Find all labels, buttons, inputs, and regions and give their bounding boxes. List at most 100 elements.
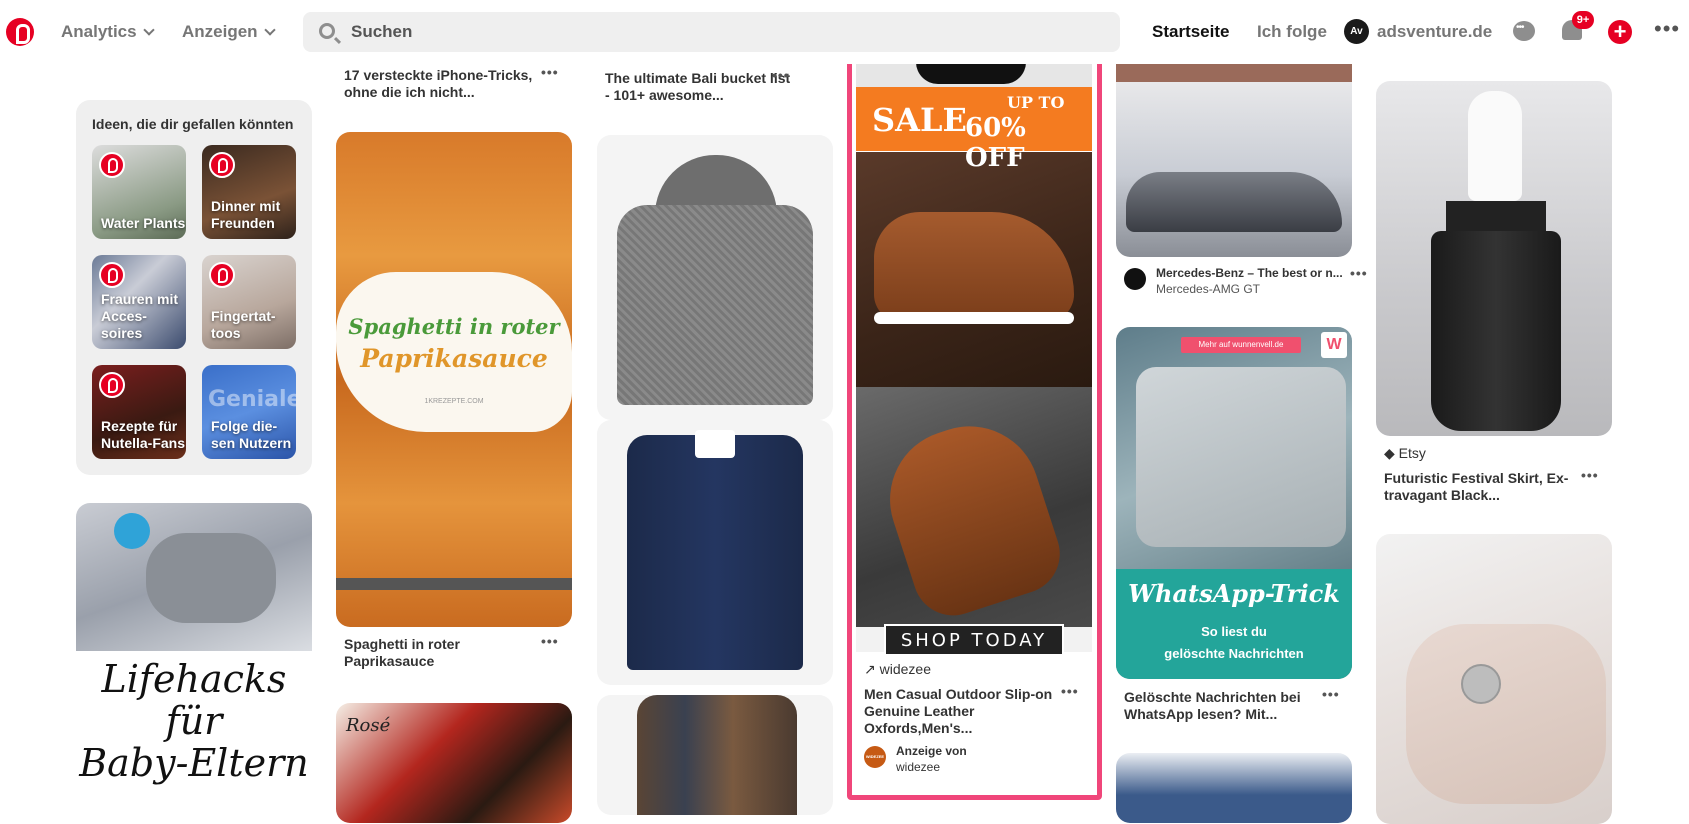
pinterest-badge-icon	[209, 152, 235, 178]
pinterest-badge-icon	[99, 262, 125, 288]
pin-kid-shirt[interactable]	[1116, 753, 1352, 823]
idea-overlay-text: Geniale	[208, 387, 296, 412]
pin-more-icon[interactable]: •••	[541, 633, 559, 649]
pin-baby-lifehacks[interactable]: Lifehacks für Baby-Eltern	[76, 503, 312, 813]
ad-image-top	[856, 62, 1092, 87]
pin-mercedes[interactable]	[1116, 52, 1352, 257]
idea-label: Water Plants	[101, 215, 186, 231]
top-navigation: Analytics Anzeigen Startseite Ich folge …	[0, 0, 1689, 64]
overlay-line: Lifehacks	[101, 657, 287, 701]
shirt-shape	[627, 435, 803, 670]
pin-festival-skirt[interactable]	[1376, 81, 1612, 436]
pin-hoodie[interactable]	[597, 135, 833, 420]
pin-strip	[336, 578, 572, 590]
ideas-title: Ideen, die dir gefallen könnten	[92, 116, 294, 132]
overlay-line: Baby-Eltern	[79, 741, 309, 785]
notifications-badge: 9+	[1572, 11, 1594, 29]
phone-shape	[1136, 367, 1346, 547]
pin-title[interactable]: Mercedes-Benz – The best or n...	[1156, 265, 1346, 282]
search-bar[interactable]	[303, 12, 1120, 52]
brand-logo: W	[1321, 332, 1347, 358]
idea-tile[interactable]: Dinner mit Freunden	[202, 145, 296, 239]
tag-icon: ◆	[1384, 445, 1395, 461]
ad-domain-link[interactable]: ↗ widezee	[864, 661, 931, 678]
analytics-label: Analytics	[61, 22, 137, 41]
idea-tile[interactable]: Frauren mit Acces-soires	[92, 255, 186, 349]
pin-shirt-navy[interactable]	[597, 420, 833, 685]
sale-text: SALE	[872, 101, 967, 139]
pin-shirt-rose[interactable]: Rosé	[336, 703, 572, 823]
car-shape	[1126, 172, 1342, 232]
pin-bracelets[interactable]	[1376, 534, 1612, 824]
pinterest-logo-icon[interactable]	[6, 18, 34, 46]
ad-image-shoe1	[856, 152, 1092, 387]
pin-subtitle: Mercedes-AMG GT	[1156, 282, 1261, 296]
sale-percent: 60% OFF	[965, 113, 1026, 173]
pin-whatsapp[interactable]: Mehr auf wunnenvell.de W WhatsApp-Trick …	[1116, 327, 1352, 679]
ideas-module: Ideen, die dir gefallen könnten Water Pl…	[76, 100, 312, 475]
sponsor-name[interactable]: widezee	[896, 760, 940, 774]
ad-image-shoe2	[856, 387, 1092, 627]
pin-more-icon[interactable]: •••	[1061, 683, 1079, 699]
pin-more-icon[interactable]: •••	[1322, 686, 1340, 702]
baby-shape	[146, 533, 276, 623]
ad-title[interactable]: Men Casual Outdoor Slip-on Genuine Leath…	[864, 686, 1064, 737]
anzeigen-label: Anzeigen	[182, 22, 258, 41]
overlay-title: WhatsApp-Trick	[1128, 579, 1340, 608]
pin-title[interactable]: Gelöschte Nachrichten bei WhatsApp lesen…	[1124, 689, 1324, 723]
anzeigen-dropdown[interactable]: Anzeigen	[182, 22, 276, 42]
blouse-shape	[1468, 91, 1522, 201]
pin-caption: Mehr auf wunnenvell.de	[1181, 337, 1301, 353]
pin-more-icon[interactable]: •••	[1350, 265, 1368, 281]
shoe-shape	[871, 408, 1071, 626]
pinterest-badge-icon	[209, 262, 235, 288]
sale-banner: SALE UP TO 60% OFF	[856, 87, 1092, 173]
cardigan-shape	[637, 695, 797, 815]
overlay-line: gelöschte Nachrichten	[1164, 646, 1304, 661]
search-input[interactable]	[351, 20, 1051, 44]
idea-label: Rezepte für Nutella-Fans	[101, 418, 186, 451]
idea-tile[interactable]: Fingertat-toos	[202, 255, 296, 349]
overlay-title-line1: Spaghetti in roter	[348, 314, 560, 339]
messages-icon[interactable]	[1513, 21, 1535, 41]
pin-more-icon[interactable]: •••	[772, 67, 790, 83]
pin-title[interactable]: 17 versteckte iPhone-Tricks, ohne die ic…	[344, 67, 534, 101]
pin-more-icon[interactable]: •••	[1581, 467, 1599, 483]
idea-tile[interactable]: Rezepte für Nutella-Fans	[92, 365, 186, 459]
create-plus-icon[interactable]: +	[1608, 20, 1632, 44]
idea-tile[interactable]: Geniale Folge die-sen Nutzern	[202, 365, 296, 459]
following-link[interactable]: Ich folge	[1257, 22, 1327, 42]
analytics-dropdown[interactable]: Analytics	[61, 22, 155, 42]
skirt-shape	[1431, 231, 1561, 431]
home-link[interactable]: Startseite	[1152, 22, 1229, 42]
sponsored-label: Anzeige von	[896, 744, 967, 758]
pin-image	[76, 503, 312, 651]
pin-cardigan[interactable]	[597, 695, 833, 815]
pin-title[interactable]: The ultimate Bali bucket list - 101+ awe…	[605, 70, 795, 104]
pin-overlay-card: Spaghetti in roter Paprikasauce 1KREZEPT…	[336, 272, 572, 432]
shoe-sole	[874, 312, 1074, 324]
pin-more-icon[interactable]: •••	[541, 64, 559, 80]
brand-avatar[interactable]	[1124, 268, 1146, 290]
pin-spaghetti[interactable]: Spaghetti in roter Paprikasauce 1KREZEPT…	[336, 132, 572, 627]
pin-title[interactable]: Spaghetti in roter Paprikasauce	[344, 636, 524, 670]
avatar[interactable]: Av	[1344, 19, 1369, 44]
more-options-icon[interactable]: •••	[1654, 18, 1680, 40]
pinterest-badge-icon	[99, 152, 125, 178]
hoodie-body	[617, 205, 813, 405]
chevron-down-icon	[142, 24, 155, 36]
idea-label: Folge die-sen Nutzern	[211, 418, 292, 451]
overlay-line: für	[165, 699, 223, 743]
pin-title[interactable]: Futuristic Festival Skirt, Ex-travagant …	[1384, 470, 1584, 504]
sponsor-avatar[interactable]: WIDEZEE	[864, 746, 886, 768]
collar-shape	[695, 430, 735, 458]
toy-shape	[114, 513, 150, 549]
pin-overlay-text: Lifehacks für Baby-Eltern	[76, 658, 312, 784]
search-icon	[319, 23, 335, 39]
overlay-title-line2: Paprikasauce	[360, 344, 548, 373]
overlay-line: So liest du	[1201, 624, 1267, 639]
bracelet-charm	[1461, 664, 1501, 704]
idea-tile[interactable]: Water Plants	[92, 145, 186, 239]
profile-link[interactable]: adsventure.de	[1377, 22, 1492, 42]
idea-label: Dinner mit Freunden	[211, 198, 281, 231]
